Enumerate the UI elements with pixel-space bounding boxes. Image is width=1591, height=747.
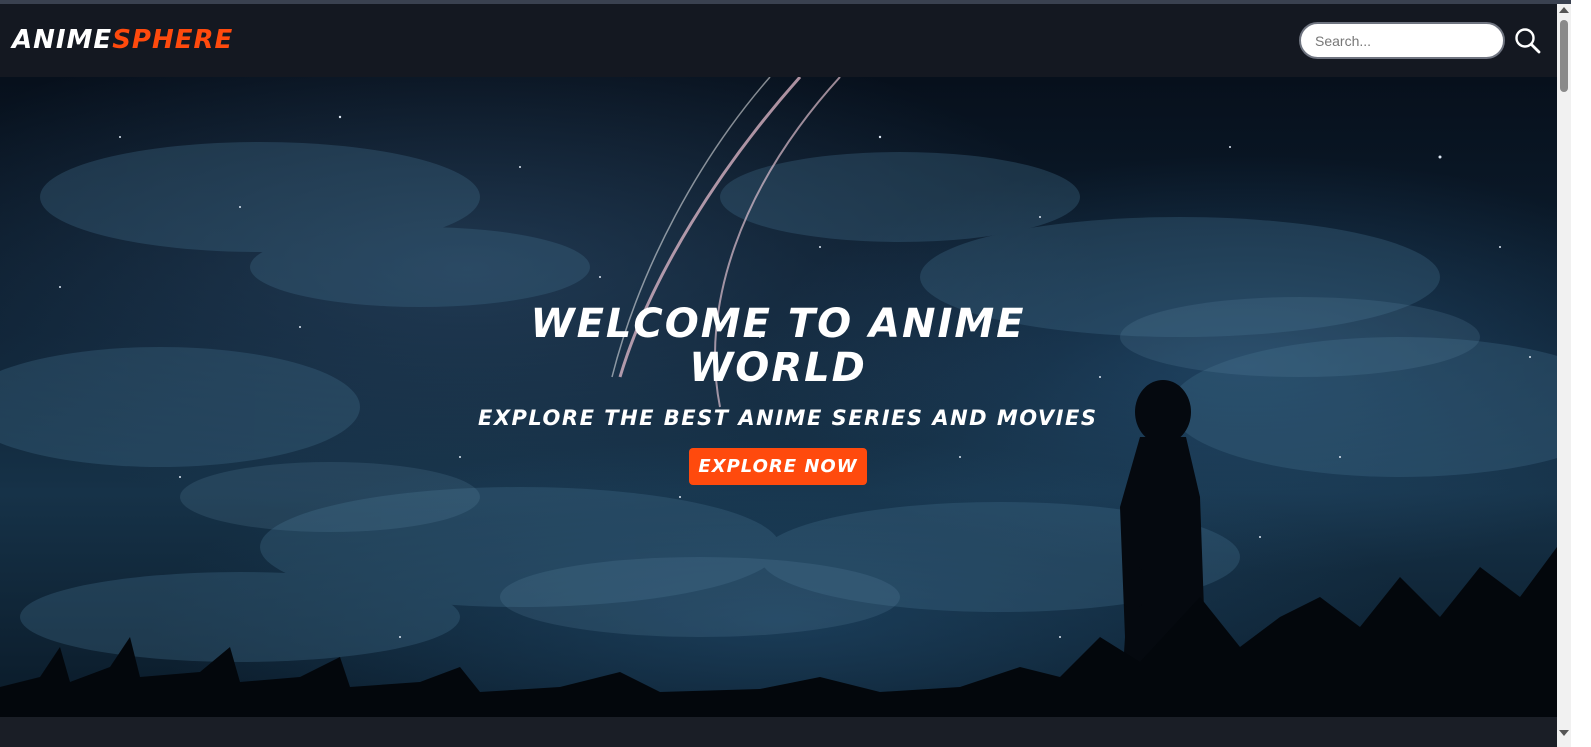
- next-section-edge: [0, 717, 1557, 747]
- hero-title: WELCOME TO ANIME WORLD: [530, 301, 1026, 391]
- site-logo[interactable]: ANIMESPHERE: [12, 22, 233, 58]
- logo-text-anime: ANIME: [12, 25, 113, 55]
- hero-banner: WELCOME TO ANIME WORLD EXPLORE THE BEST …: [0, 77, 1557, 717]
- navbar: ANIMESPHERE: [0, 4, 1557, 77]
- scroll-down-arrow-icon[interactable]: [1559, 730, 1569, 736]
- search-icon[interactable]: [1513, 26, 1543, 56]
- scrollbar-thumb[interactable]: [1560, 20, 1568, 92]
- page-scrollbar[interactable]: [1557, 4, 1571, 747]
- hero-subtitle: EXPLORE THE BEST ANIME SERIES AND MOVIES: [478, 406, 1098, 430]
- search-input[interactable]: [1299, 22, 1505, 59]
- scroll-up-arrow-icon[interactable]: [1559, 7, 1569, 13]
- window-right-edge: [1571, 0, 1591, 747]
- hero-content: WELCOME TO ANIME WORLD EXPLORE THE BEST …: [478, 301, 1098, 485]
- logo-text-sphere: SPHERE: [112, 25, 234, 55]
- explore-now-button[interactable]: EXPLORE NOW: [689, 448, 867, 485]
